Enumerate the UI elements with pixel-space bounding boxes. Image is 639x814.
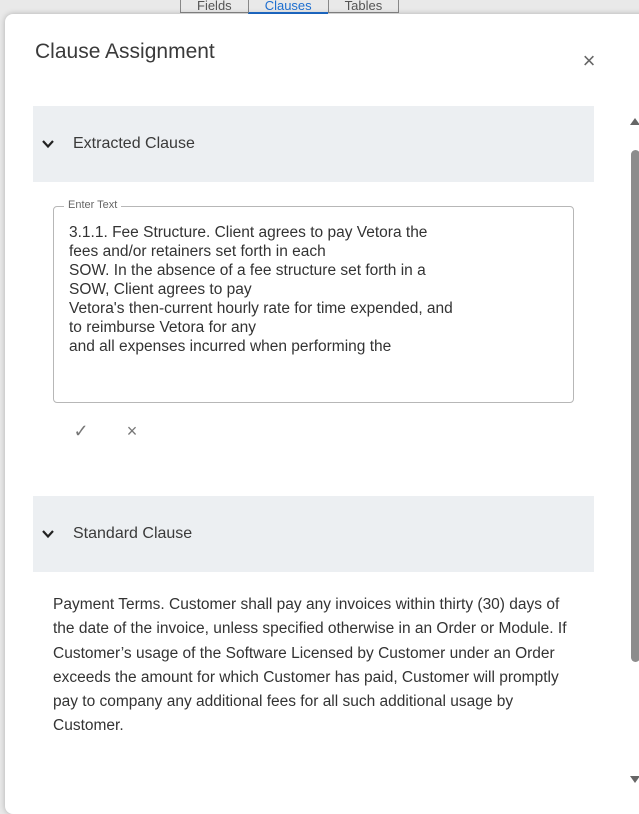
tab-clauses[interactable]: Clauses bbox=[247, 0, 328, 14]
dialog-content: Extracted Clause Enter Text 3.1.1. Fee S… bbox=[33, 106, 594, 806]
extracted-clause-header[interactable]: Extracted Clause bbox=[33, 106, 594, 182]
scroll-down-icon[interactable] bbox=[630, 776, 639, 783]
standard-clause-header[interactable]: Standard Clause bbox=[33, 496, 594, 572]
chevron-down-icon bbox=[41, 527, 55, 541]
clause-assignment-dialog: Clause Assignment × Extracted Clause Ent… bbox=[5, 14, 639, 814]
extracted-clause-label: Extracted Clause bbox=[73, 135, 195, 152]
cancel-icon[interactable]: × bbox=[121, 420, 143, 442]
close-icon[interactable]: × bbox=[576, 48, 602, 74]
tab-fields[interactable]: Fields bbox=[180, 0, 248, 13]
scroll-up-icon[interactable] bbox=[630, 118, 639, 125]
tab-tables[interactable]: Tables bbox=[327, 0, 400, 13]
standard-clause-text: Payment Terms. Customer shall pay any in… bbox=[53, 596, 567, 735]
confirm-icon[interactable]: ✓ bbox=[70, 420, 92, 442]
enter-text-label: Enter Text bbox=[64, 199, 122, 211]
vertical-scrollbar[interactable] bbox=[626, 114, 639, 814]
extracted-clause-textarea[interactable]: 3.1.1. Fee Structure. Client agrees to p… bbox=[69, 223, 564, 391]
enter-text-field: Enter Text 3.1.1. Fee Structure. Client … bbox=[53, 199, 574, 403]
standard-clause-label: Standard Clause bbox=[73, 525, 193, 542]
background-tab-bar: Fields Clauses Tables bbox=[180, 0, 400, 14]
dialog-title: Clause Assignment bbox=[35, 40, 215, 63]
scroll-thumb[interactable] bbox=[631, 150, 639, 662]
chevron-down-icon bbox=[41, 137, 55, 151]
